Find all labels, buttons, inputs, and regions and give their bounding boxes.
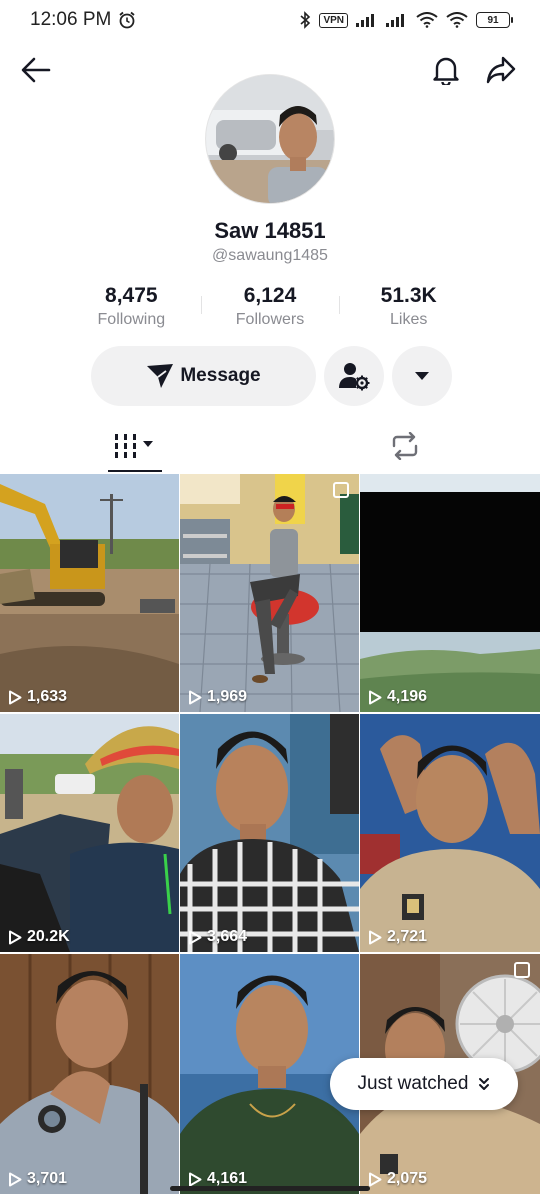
add-friend-settings-button[interactable] (324, 346, 384, 406)
thumbnail-image (180, 714, 359, 952)
repost-icon (392, 432, 418, 460)
avatar-photo (206, 75, 334, 203)
message-label: Message (180, 365, 261, 386)
caret-down-icon (415, 372, 429, 380)
view-count-text: 2,075 (387, 1170, 428, 1187)
profile-stats: 8,475 Following 6,124 Followers 51.3K Li… (62, 284, 478, 334)
view-count: 3,701 (8, 1170, 67, 1188)
view-count-text: 2,721 (387, 928, 428, 945)
view-count-text: 4,196 (387, 688, 428, 705)
profile-actions: Message (91, 346, 452, 406)
signal-icon-2 (386, 14, 404, 27)
wifi-icon-2 (446, 12, 468, 28)
battery-indicator: 91 (476, 12, 513, 28)
view-count-text: 1,633 (27, 688, 68, 705)
bell-icon (433, 57, 459, 85)
view-count: 1,633 (8, 688, 67, 706)
play-icon (189, 690, 202, 704)
profile-handle: @sawaung1485 (212, 247, 328, 264)
play-icon (369, 1172, 382, 1186)
status-left: 12:06 PM (30, 9, 137, 31)
view-count-text: 3,701 (27, 1170, 68, 1187)
just-watched-label: Just watched (357, 1073, 469, 1094)
view-count-text: 1,969 (207, 688, 248, 705)
grid-icon (115, 434, 153, 458)
back-button[interactable] (16, 50, 56, 90)
send-icon (147, 364, 174, 388)
video-thumbnail[interactable]: 3,664 (180, 714, 359, 952)
status-bar: 12:06 PM VPN 91 (0, 0, 540, 40)
stat-followers[interactable]: 6,124 Followers (200, 284, 340, 334)
stat-label: Likes (390, 311, 428, 328)
view-count: 4,196 (368, 688, 427, 706)
video-thumbnail[interactable]: 4,196 (360, 474, 540, 712)
signal-icon (356, 14, 374, 27)
view-count-text: 20.2K (27, 928, 70, 945)
stat-likes[interactable]: 51.3K Likes (339, 284, 478, 334)
vpn-badge: VPN (319, 12, 348, 28)
play-icon (189, 930, 202, 944)
stat-label: Followers (235, 311, 305, 328)
tab-videos[interactable] (0, 420, 270, 472)
view-count: 2,721 (368, 928, 427, 946)
view-count: 1,969 (188, 688, 247, 706)
just-watched-button[interactable]: Just watched (330, 1058, 518, 1110)
alarm-icon (119, 11, 135, 29)
bluetooth-icon (300, 11, 311, 29)
video-thumbnail[interactable]: 1,633 (0, 474, 179, 712)
person-settings-icon (339, 363, 370, 391)
video-thumbnail[interactable]: 1,969 (180, 474, 359, 712)
stat-following[interactable]: 8,475 Following (62, 284, 201, 334)
stat-label: Following (97, 311, 166, 328)
tab-reposts[interactable] (270, 420, 540, 472)
play-icon (369, 930, 382, 944)
profile-display-name: Saw 14851 (214, 218, 326, 243)
play-icon (189, 1172, 202, 1186)
stat-value: 6,124 (243, 284, 297, 307)
message-button[interactable]: Message (91, 346, 316, 406)
view-count: 3,664 (188, 928, 247, 946)
thumbnail-image (360, 714, 540, 952)
notifications-button[interactable] (426, 50, 466, 90)
profile-tabs (0, 420, 540, 472)
thumbnail-image (0, 474, 179, 712)
stat-value: 8,475 (105, 284, 158, 307)
share-icon (486, 56, 516, 84)
more-options-button[interactable] (392, 346, 452, 406)
play-icon (369, 690, 382, 704)
double-chevron-down-icon (479, 1078, 490, 1090)
share-button[interactable] (481, 50, 521, 90)
video-thumbnail[interactable]: 3,701 (0, 954, 179, 1194)
play-icon (9, 1172, 22, 1186)
video-thumbnail[interactable]: 20.2K (0, 714, 179, 952)
status-time: 12:06 PM (30, 9, 112, 30)
view-count: 20.2K (8, 928, 70, 946)
play-icon (9, 930, 22, 944)
video-thumbnail[interactable]: 2,721 (360, 714, 540, 952)
battery-level: 91 (487, 14, 499, 26)
multi-image-icon (514, 962, 530, 978)
thumbnail-image (180, 474, 359, 712)
multi-image-icon (333, 482, 349, 498)
home-indicator[interactable] (170, 1186, 370, 1191)
back-arrow-icon (21, 57, 51, 83)
thumbnail-image (0, 954, 179, 1194)
view-count: 2,075 (368, 1170, 427, 1188)
view-count-text: 3,664 (207, 928, 248, 945)
thumbnail-image (360, 474, 540, 712)
thumbnail-image (0, 714, 179, 952)
status-right: VPN 91 (299, 11, 513, 29)
play-icon (9, 690, 22, 704)
profile-avatar[interactable] (205, 74, 335, 204)
stat-value: 51.3K (380, 284, 437, 307)
wifi-icon (416, 12, 438, 28)
